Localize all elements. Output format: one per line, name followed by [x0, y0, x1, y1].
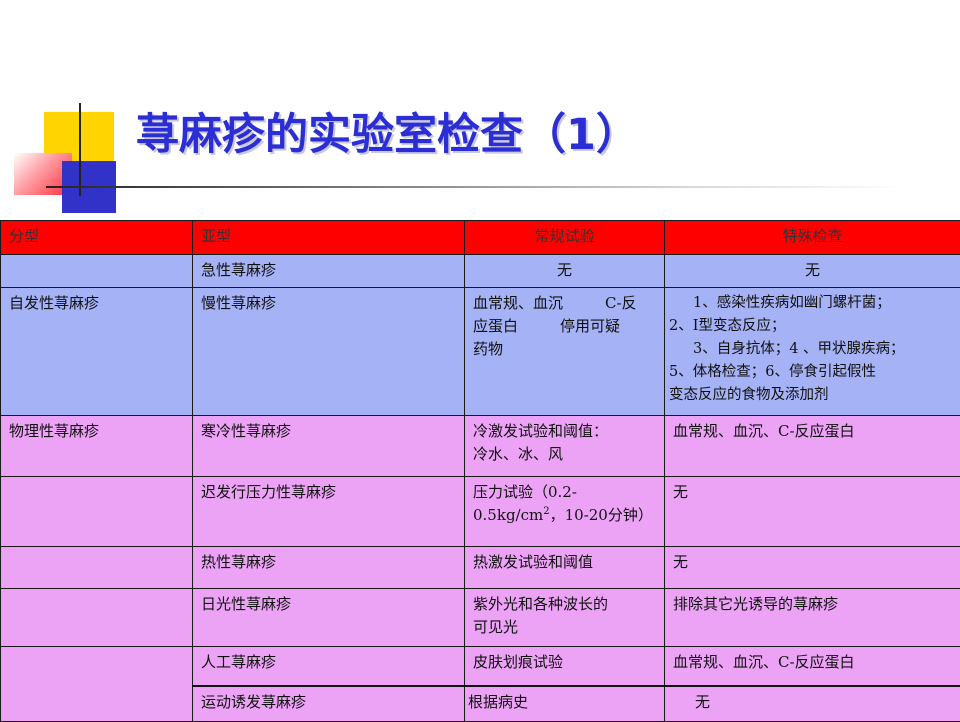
table-row: 急性荨麻疹 无 无 — [1, 255, 960, 288]
cell-routine-line: 血常规、血沉C-反 — [473, 292, 656, 315]
cell-special-line: 5、体格检查；6、停食引起假性 — [669, 361, 958, 384]
cell-type — [1, 547, 193, 589]
cell-special-line: 1、感染性疾病如幽门螺杆菌； — [669, 292, 958, 315]
table-row: 热性荨麻疹 热激发试验和阈值 无 — [1, 547, 960, 589]
cell-routine-line: 冷水、冰、风 — [473, 443, 656, 466]
cell-routine-line: 可见光 — [473, 616, 656, 639]
cell-type — [1, 589, 193, 647]
table-header-row: 分型 亚型 常规试验 特殊检查 — [1, 221, 960, 255]
cell-type — [1, 255, 193, 288]
cell-routine: 冷激发试验和阈值： 冷水、冰、风 — [465, 416, 665, 477]
cell-subtype: 迟发行压力性荨麻疹 — [193, 477, 465, 547]
cell-special: 无 — [665, 686, 960, 722]
cell-routine-line: 紫外光和各种波长的 — [473, 593, 656, 616]
cell-routine: 压力试验（0.2- 0.5kg/cm2，10-20分钟） — [465, 477, 665, 547]
slide-title: 荨麻疹的实验室检查（1） — [136, 100, 639, 162]
cell-special: 无 — [665, 547, 960, 589]
table-row: 迟发行压力性荨麻疹 压力试验（0.2- 0.5kg/cm2，10-20分钟） 无 — [1, 477, 960, 547]
cell-subtype: 热性荨麻疹 — [193, 547, 465, 589]
cell-routine: 热激发试验和阈值 — [465, 547, 665, 589]
cell-special-line: 3、自身抗体；4 、甲状腺疾病； — [669, 338, 958, 361]
header-type: 分型 — [1, 221, 193, 255]
cell-subtype: 急性荨麻疹 — [193, 255, 465, 288]
cell-type: 物理性荨麻疹 — [1, 416, 193, 477]
cell-special: 无 — [665, 477, 960, 547]
cell-special: 排除其它光诱导的荨麻疹 — [665, 589, 960, 647]
cell-type: 自发性荨麻疹 — [1, 288, 193, 416]
lab-test-table: 分型 亚型 常规试验 特殊检查 急性荨麻疹 无 无 自发性荨麻疹 慢性荨麻疹 血… — [0, 220, 960, 722]
table-row: 人工荨麻疹 皮肤划痕试验 血常规、血沉、C-反应蛋白 — [1, 647, 960, 686]
cell-subtype: 慢性荨麻疹 — [193, 288, 465, 416]
cell-routine-line: 应蛋白停用可疑 — [473, 315, 656, 338]
decor-horizontal-line — [46, 186, 906, 188]
cell-subtype: 寒冷性荨麻疹 — [193, 416, 465, 477]
header-routine: 常规试验 — [465, 221, 665, 255]
cell-special-line: 2、Ⅰ型变态反应； — [669, 315, 958, 338]
cell-type — [1, 477, 193, 547]
cell-special: 血常规、血沉、C-反应蛋白 — [665, 416, 960, 477]
table-row: 日光性荨麻疹 紫外光和各种波长的 可见光 排除其它光诱导的荨麻疹 — [1, 589, 960, 647]
cell-routine: 皮肤划痕试验 — [465, 647, 665, 686]
cell-special: 1、感染性疾病如幽门螺杆菌； 2、Ⅰ型变态反应； 3、自身抗体；4 、甲状腺疾病… — [665, 288, 960, 416]
cell-routine-line: 药物 — [473, 338, 656, 361]
cell-routine-line: 冷激发试验和阈值： — [473, 420, 656, 443]
header-subtype: 亚型 — [193, 221, 465, 255]
cell-routine: 无 — [465, 255, 665, 288]
cell-subtype: 人工荨麻疹 — [193, 647, 465, 686]
cell-routine: 紫外光和各种波长的 可见光 — [465, 589, 665, 647]
cell-routine-line: 压力试验（0.2- — [473, 481, 656, 504]
cell-routine-line: 0.5kg/cm2，10-20分钟） — [473, 504, 656, 527]
cell-special-line: 变态反应的食物及添加剂 — [669, 384, 958, 407]
cell-subtype: 运动诱发荨麻疹 — [193, 686, 465, 722]
cell-routine: 根据病史 — [465, 686, 665, 722]
cell-type — [1, 647, 193, 722]
cell-subtype: 日光性荨麻疹 — [193, 589, 465, 647]
decor-vertical-line — [79, 103, 81, 196]
cell-special: 血常规、血沉、C-反应蛋白 — [665, 647, 960, 686]
table-row: 物理性荨麻疹 寒冷性荨麻疹 冷激发试验和阈值： 冷水、冰、风 血常规、血沉、C-… — [1, 416, 960, 477]
cell-routine: 血常规、血沉C-反 应蛋白停用可疑 药物 — [465, 288, 665, 416]
table-row: 自发性荨麻疹 慢性荨麻疹 血常规、血沉C-反 应蛋白停用可疑 药物 1、感染性疾… — [1, 288, 960, 416]
cell-special: 无 — [665, 255, 960, 288]
header-special: 特殊检查 — [665, 221, 960, 255]
